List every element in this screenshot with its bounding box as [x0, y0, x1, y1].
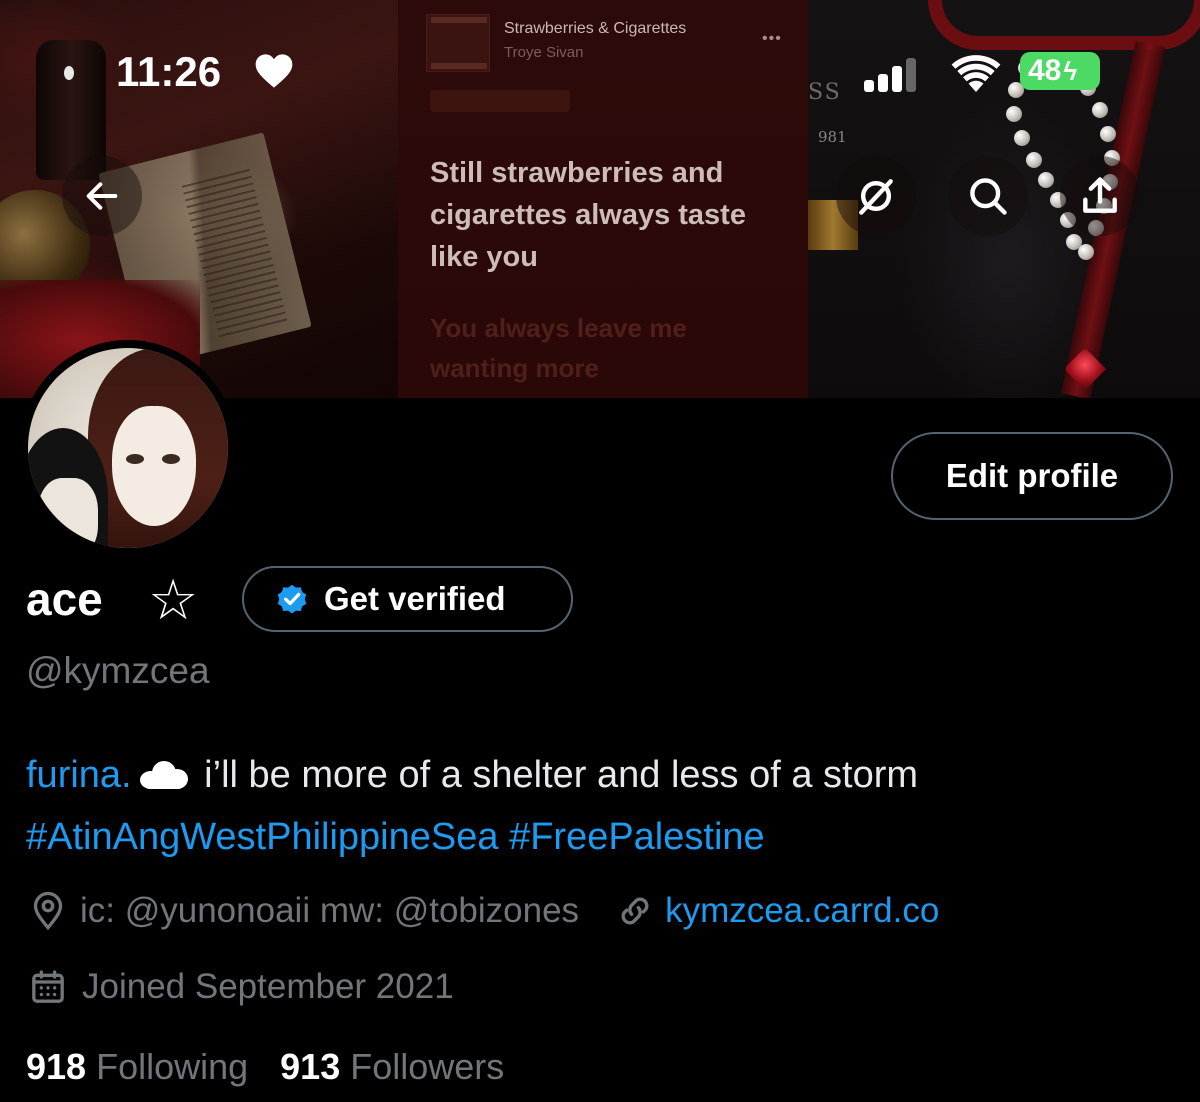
- profile-page: Strawberries & Cigarettes Troye Sivan ••…: [0, 0, 1200, 1102]
- heart-icon: [254, 52, 294, 95]
- location-text: ic: @yunonoaii mw: @tobizones: [80, 891, 580, 930]
- avatar[interactable]: [20, 340, 236, 556]
- following-label: Following: [96, 1046, 249, 1087]
- profile-bio: furina. i’ll be more of a shelter and le…: [26, 744, 1186, 868]
- calendar-icon: [32, 970, 64, 1003]
- share-button[interactable]: [1060, 156, 1140, 236]
- cellular-signal-icon: [864, 52, 934, 92]
- follow-stats: 918 Following 913 Followers: [26, 1046, 536, 1088]
- website-item[interactable]: kymzcea.carrd.co: [615, 891, 939, 931]
- profile-meta: ic: @yunonoaii mw: @tobizones kymzcea.ca…: [28, 886, 939, 936]
- rss-off-icon: [859, 179, 893, 215]
- hashtag-link[interactable]: #AtinAngWestPhilippineSea: [26, 816, 499, 858]
- verified-badge-icon: [277, 584, 307, 614]
- charging-bolt-icon: ϟ: [1063, 55, 1078, 86]
- get-verified-label: Get verified: [324, 580, 506, 617]
- location-item: ic: @yunonoaii mw: @tobizones: [28, 891, 579, 931]
- battery-indicator: 48 ϟ: [1020, 52, 1100, 90]
- display-name: ace: [26, 573, 103, 625]
- next-lyric: You always leave me wanting more: [430, 313, 687, 383]
- battery-level: 48: [1028, 54, 1062, 87]
- user-handle: @kymzcea: [26, 650, 210, 691]
- website-link[interactable]: kymzcea.carrd.co: [665, 891, 939, 931]
- followers-count: 913: [280, 1046, 341, 1087]
- recording-indicator-icon: [64, 66, 74, 80]
- status-time: 11:26: [116, 48, 222, 95]
- location-pin-icon: [33, 891, 63, 931]
- joined-text: Joined September 2021: [82, 967, 454, 1006]
- bio-link[interactable]: furina.: [26, 754, 132, 796]
- brand-year: 981: [818, 128, 847, 146]
- edit-profile-button[interactable]: Edit profile: [891, 432, 1173, 520]
- following-count: 918: [26, 1046, 87, 1087]
- avatar-image: [28, 348, 228, 548]
- joined-item: Joined September 2021: [28, 962, 454, 1012]
- bio-text: i’ll be more of a shelter and less of a …: [193, 754, 919, 796]
- notifications-toggle-button[interactable]: [836, 156, 916, 236]
- wifi-icon: [948, 52, 1004, 99]
- search-icon: [970, 178, 1007, 215]
- hashtag-link[interactable]: #FreePalestine: [509, 816, 765, 858]
- share-icon: [1083, 177, 1117, 213]
- cloud-icon: [136, 759, 188, 789]
- following-link[interactable]: 918 Following: [26, 1046, 248, 1088]
- get-verified-button[interactable]: Get verified: [242, 566, 573, 632]
- followers-link[interactable]: 913 Followers: [280, 1046, 504, 1088]
- status-bar: 11:26 48 ϟ: [0, 0, 1200, 130]
- search-button[interactable]: [948, 156, 1028, 236]
- back-button[interactable]: [62, 156, 142, 236]
- arrow-left-icon: [86, 182, 118, 210]
- current-lyric: Still strawberries and cigarettes always…: [430, 157, 746, 273]
- star-icon: ☆: [148, 568, 199, 631]
- link-icon: [621, 897, 649, 925]
- followers-label: Followers: [350, 1046, 505, 1087]
